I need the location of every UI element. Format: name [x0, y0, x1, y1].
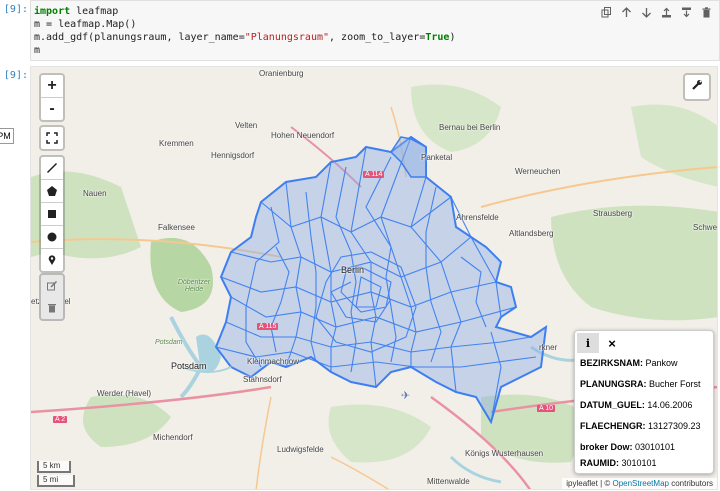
insert-below-icon[interactable]: [679, 5, 693, 19]
popup-row: BEZIRKSNAM: Pankow: [580, 358, 678, 368]
place-label: Potsdam: [171, 361, 207, 371]
zoom-out-button[interactable]: -: [41, 98, 63, 120]
fullscreen-icon[interactable]: [41, 127, 63, 149]
place-label: Velten: [235, 121, 258, 130]
output-prompt: [9]:: [3, 70, 28, 81]
copy-icon[interactable]: [599, 5, 613, 19]
move-up-icon[interactable]: [619, 5, 633, 19]
map-attribution: ipyleaflet | © OpenStreetMap contributor…: [562, 478, 717, 489]
popup-row: DATUM_GUEL: 14.06.2006: [580, 400, 693, 410]
draw-circle-icon[interactable]: [41, 226, 63, 249]
place-label: Stahnsdorf: [243, 375, 282, 384]
code-text: ): [449, 32, 456, 43]
zoom-in-button[interactable]: +: [41, 75, 63, 98]
road-shield: A 115: [257, 323, 279, 330]
place-label: Michendorf: [153, 433, 193, 442]
place-label: Kremmen: [159, 139, 194, 148]
place-label: Potsdam: [155, 339, 183, 346]
code-string: "Planungsraum": [244, 32, 330, 43]
code-text: , zoom_to_layer=: [329, 32, 426, 43]
attribution-suffix: contributors: [668, 479, 713, 488]
fullscreen-control: [39, 125, 65, 151]
place-label: Hohen Neuendorf: [271, 131, 335, 140]
place-label: Kleinmachnow: [247, 357, 300, 366]
draw-marker-icon[interactable]: [41, 249, 63, 271]
zoom-control: + -: [39, 73, 65, 122]
place-label: Strausberg: [593, 209, 633, 218]
delete-layers-icon[interactable]: [41, 297, 63, 319]
place-label: Oranienburg: [259, 69, 304, 78]
place-label: Panketal: [421, 153, 453, 162]
popup-row: PLANUNGSRA: Bucher Forst: [580, 379, 701, 389]
code-cell[interactable]: import leafmap m = leafmap.Map() m.add_g…: [30, 0, 720, 61]
code-keyword: import: [34, 6, 71, 17]
input-prompt: [9]:: [3, 4, 28, 15]
draw-rectangle-icon[interactable]: [41, 203, 63, 226]
left-tooltip-fragment: PM: [0, 128, 14, 144]
place-label: Ludwigsfelde: [277, 445, 324, 454]
place-label: Berlin: [341, 265, 365, 275]
popup-row: FLAECHENGR: 13127309.23: [580, 421, 701, 431]
place-label: Falkensee: [158, 223, 195, 232]
code-editor[interactable]: import leafmap m = leafmap.Map() m.add_g…: [34, 5, 455, 57]
code-text: m: [34, 45, 41, 56]
place-label: rkner: [539, 343, 558, 352]
scale-mi: 5 mi: [37, 475, 75, 487]
place-label: Nauen: [83, 189, 107, 198]
popup-tabs: i ×: [577, 333, 623, 353]
popup-row: RAUMID: 3010101: [580, 458, 657, 468]
wrench-icon: [691, 78, 703, 96]
place-label: Döberitzer Heide: [177, 279, 211, 293]
draw-toolbar: [39, 155, 65, 273]
insert-above-icon[interactable]: [659, 5, 673, 19]
draw-polygon-icon[interactable]: [41, 180, 63, 203]
place-label: Ahrensfelde: [456, 213, 499, 222]
edit-toolbar: [39, 273, 65, 321]
code-text: m = leafmap.Map(): [34, 19, 137, 30]
draw-polyline-icon[interactable]: [41, 157, 63, 180]
scale-km: 5 km: [37, 461, 71, 473]
road-shield: A 10: [537, 405, 556, 412]
place-label: Werder (Havel): [97, 389, 152, 398]
close-icon[interactable]: ×: [601, 333, 623, 353]
move-down-icon[interactable]: [639, 5, 653, 19]
road-shield: A 2: [53, 416, 68, 423]
delete-icon[interactable]: [699, 5, 713, 19]
place-label: Schwe: [693, 223, 718, 232]
code-text: m.add_gdf(planungsraum, layer_name=: [34, 32, 245, 43]
feature-info-popup: i × BEZIRKSNAM: Pankow PLANUNGSRA: Buche…: [574, 330, 714, 474]
place-label: Altlandsberg: [509, 229, 554, 238]
code-text: leafmap: [70, 6, 119, 17]
attribution-prefix: ipyleaflet | ©: [566, 479, 613, 488]
cell-toolbar: [599, 5, 713, 19]
edit-layers-icon[interactable]: [41, 275, 63, 297]
code-keyword: True: [425, 32, 450, 43]
place-label: Königs Wusterhausen: [465, 449, 544, 458]
place-label: Mittenwalde: [427, 477, 470, 486]
toolbar-toggle-button[interactable]: [683, 73, 711, 101]
map-widget[interactable]: ✈ Oranienburg Bernau bei Berlin Velten H…: [30, 66, 718, 490]
road-shield: A 114: [363, 171, 385, 178]
info-icon[interactable]: i: [577, 333, 599, 353]
place-label: Bernau bei Berlin: [439, 123, 501, 132]
place-label: Werneuchen: [515, 167, 561, 176]
scale-bar: 5 km 5 mi: [37, 461, 75, 487]
osm-link[interactable]: OpenStreetMap: [612, 479, 668, 488]
place-label: Hennigsdorf: [211, 151, 255, 160]
svg-text:✈: ✈: [401, 389, 410, 402]
popup-row: broker Dow: 03010101: [580, 442, 676, 452]
